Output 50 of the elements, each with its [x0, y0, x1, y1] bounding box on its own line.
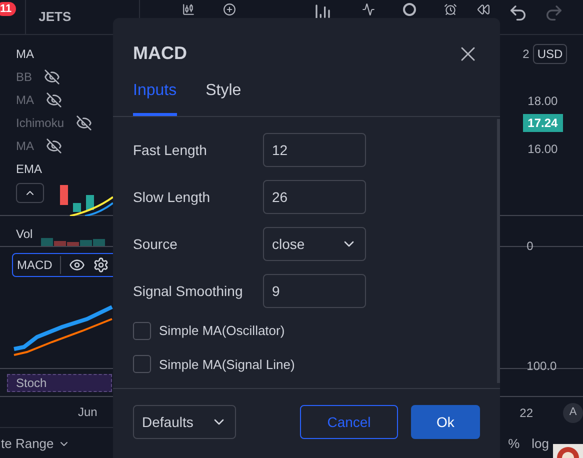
price-label: 100.0	[526, 358, 557, 375]
tab[interactable]: Style	[206, 79, 242, 116]
checkbox[interactable]	[133, 355, 151, 374]
eye-off-icon[interactable]	[46, 138, 62, 154]
notification-badge: 11	[0, 2, 16, 16]
candlestick-icon	[182, 3, 195, 16]
field-label: Source	[133, 234, 178, 254]
price-label: 2	[522, 46, 530, 63]
currency-button[interactable]: USD	[533, 44, 567, 64]
number-input[interactable]: 9	[263, 274, 366, 308]
source-dropdown[interactable]: close	[263, 227, 366, 261]
symbol-name[interactable]: JETS	[38, 7, 72, 27]
indicator-label[interactable]: MA	[16, 45, 34, 63]
stoch-label: Stoch	[16, 374, 47, 392]
add-circle-icon	[222, 3, 236, 16]
field-label: Signal Smoothing	[133, 282, 244, 301]
auto-scale-button[interactable]: A	[563, 402, 583, 422]
eye-off-icon[interactable]	[44, 69, 60, 85]
indicator-label[interactable]: MACD	[17, 256, 62, 274]
field-label: Fast Length	[133, 140, 208, 160]
number-input[interactable]: 26	[263, 180, 366, 214]
log-button[interactable]: log	[532, 434, 549, 454]
candlestick-chart-drawing	[60, 185, 113, 216]
settings-icon	[93, 257, 110, 273]
price-label: 0	[526, 238, 534, 255]
time-label: Jun	[78, 404, 98, 421]
line-wave-icon	[362, 3, 375, 16]
defaults-dropdown[interactable]: Defaults	[133, 405, 236, 439]
undo-icon	[508, 3, 528, 23]
current-price-label: 17.24	[522, 114, 563, 132]
dialog-title: MACD	[133, 42, 187, 65]
indicator-label[interactable]: EMA	[16, 160, 42, 178]
checkbox-label: Simple MA(Signal Line)	[159, 356, 295, 374]
alarm-clock-icon	[444, 3, 457, 16]
number-input[interactable]: 12	[263, 133, 366, 167]
checkbox[interactable]	[133, 322, 151, 340]
rewind-icon	[476, 3, 490, 16]
price-label: 16.00	[528, 141, 559, 158]
percent-button[interactable]: %	[508, 434, 520, 454]
volume-label: Vol	[16, 226, 33, 243]
ok-button[interactable]: Ok	[411, 405, 480, 439]
eye-off-icon[interactable]	[76, 115, 92, 131]
time-label: 22	[520, 404, 533, 422]
eye-off-icon[interactable]	[46, 92, 62, 108]
eye-icon	[69, 257, 86, 273]
redo-icon	[544, 3, 564, 23]
price-label: 18.00	[528, 93, 559, 110]
field-label: Slow Length	[133, 188, 212, 207]
date-range-button[interactable]: te Range	[1, 434, 54, 454]
checkbox-label: Simple MA(Oscillator)	[159, 322, 285, 340]
